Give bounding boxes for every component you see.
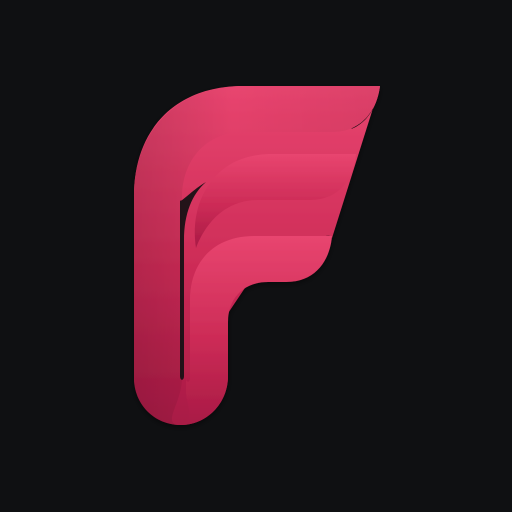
app-icon-canvas [0,0,512,512]
f-lower-wing-shape [181,236,332,425]
stylized-f-logo-icon [134,86,380,425]
